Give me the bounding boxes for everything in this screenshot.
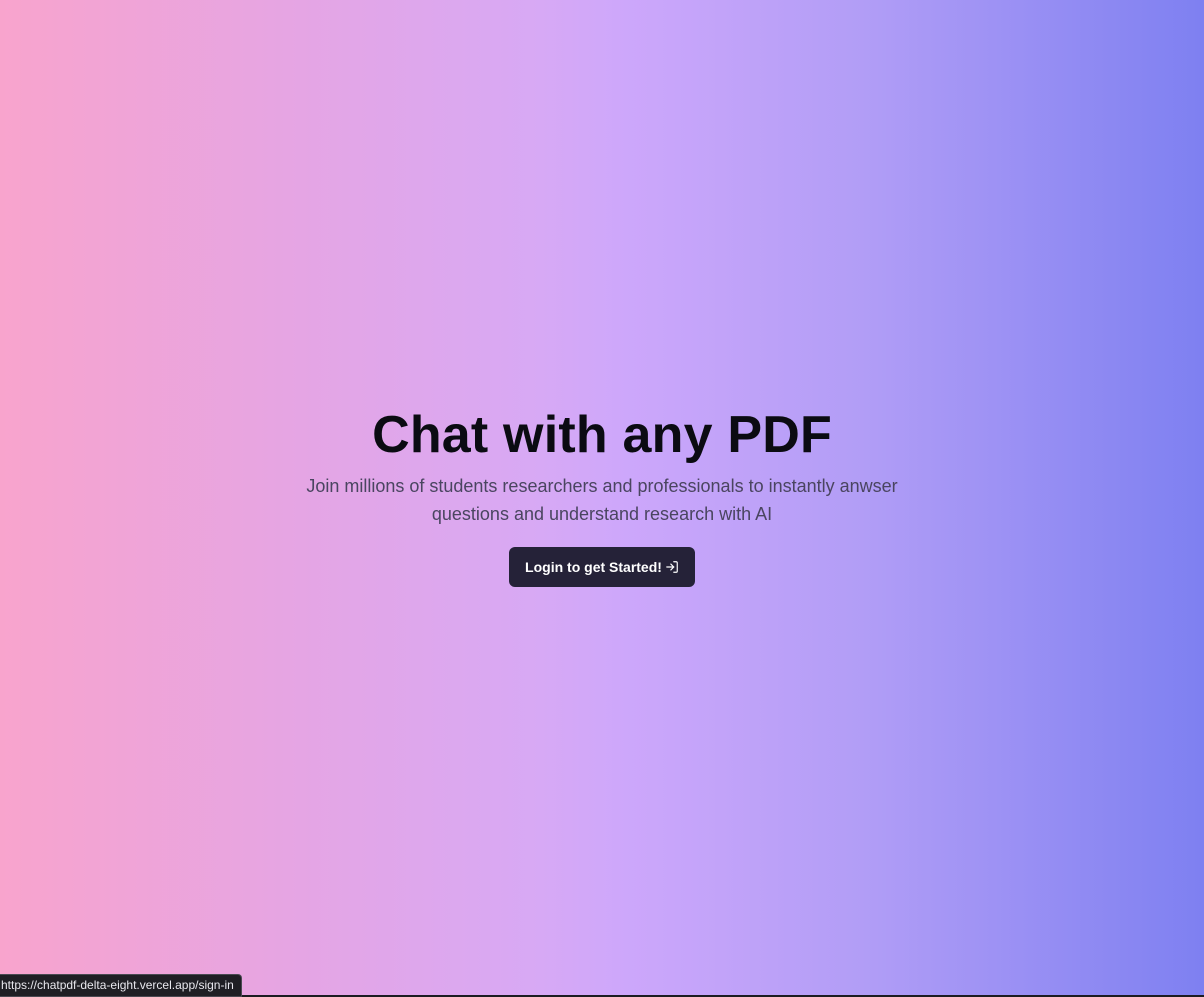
login-button-label: Login to get Started! bbox=[525, 559, 662, 575]
hero-subtitle: Join millions of students researchers an… bbox=[306, 476, 898, 524]
link-status-bar: https://chatpdf-delta-eight.vercel.app/s… bbox=[0, 974, 242, 997]
page-title: Chat with any PDF bbox=[372, 406, 832, 464]
hero-section: Chat with any PDF Join millions of stude… bbox=[0, 404, 1204, 587]
log-in-icon bbox=[665, 560, 679, 574]
login-button[interactable]: Login to get Started! bbox=[509, 547, 695, 587]
